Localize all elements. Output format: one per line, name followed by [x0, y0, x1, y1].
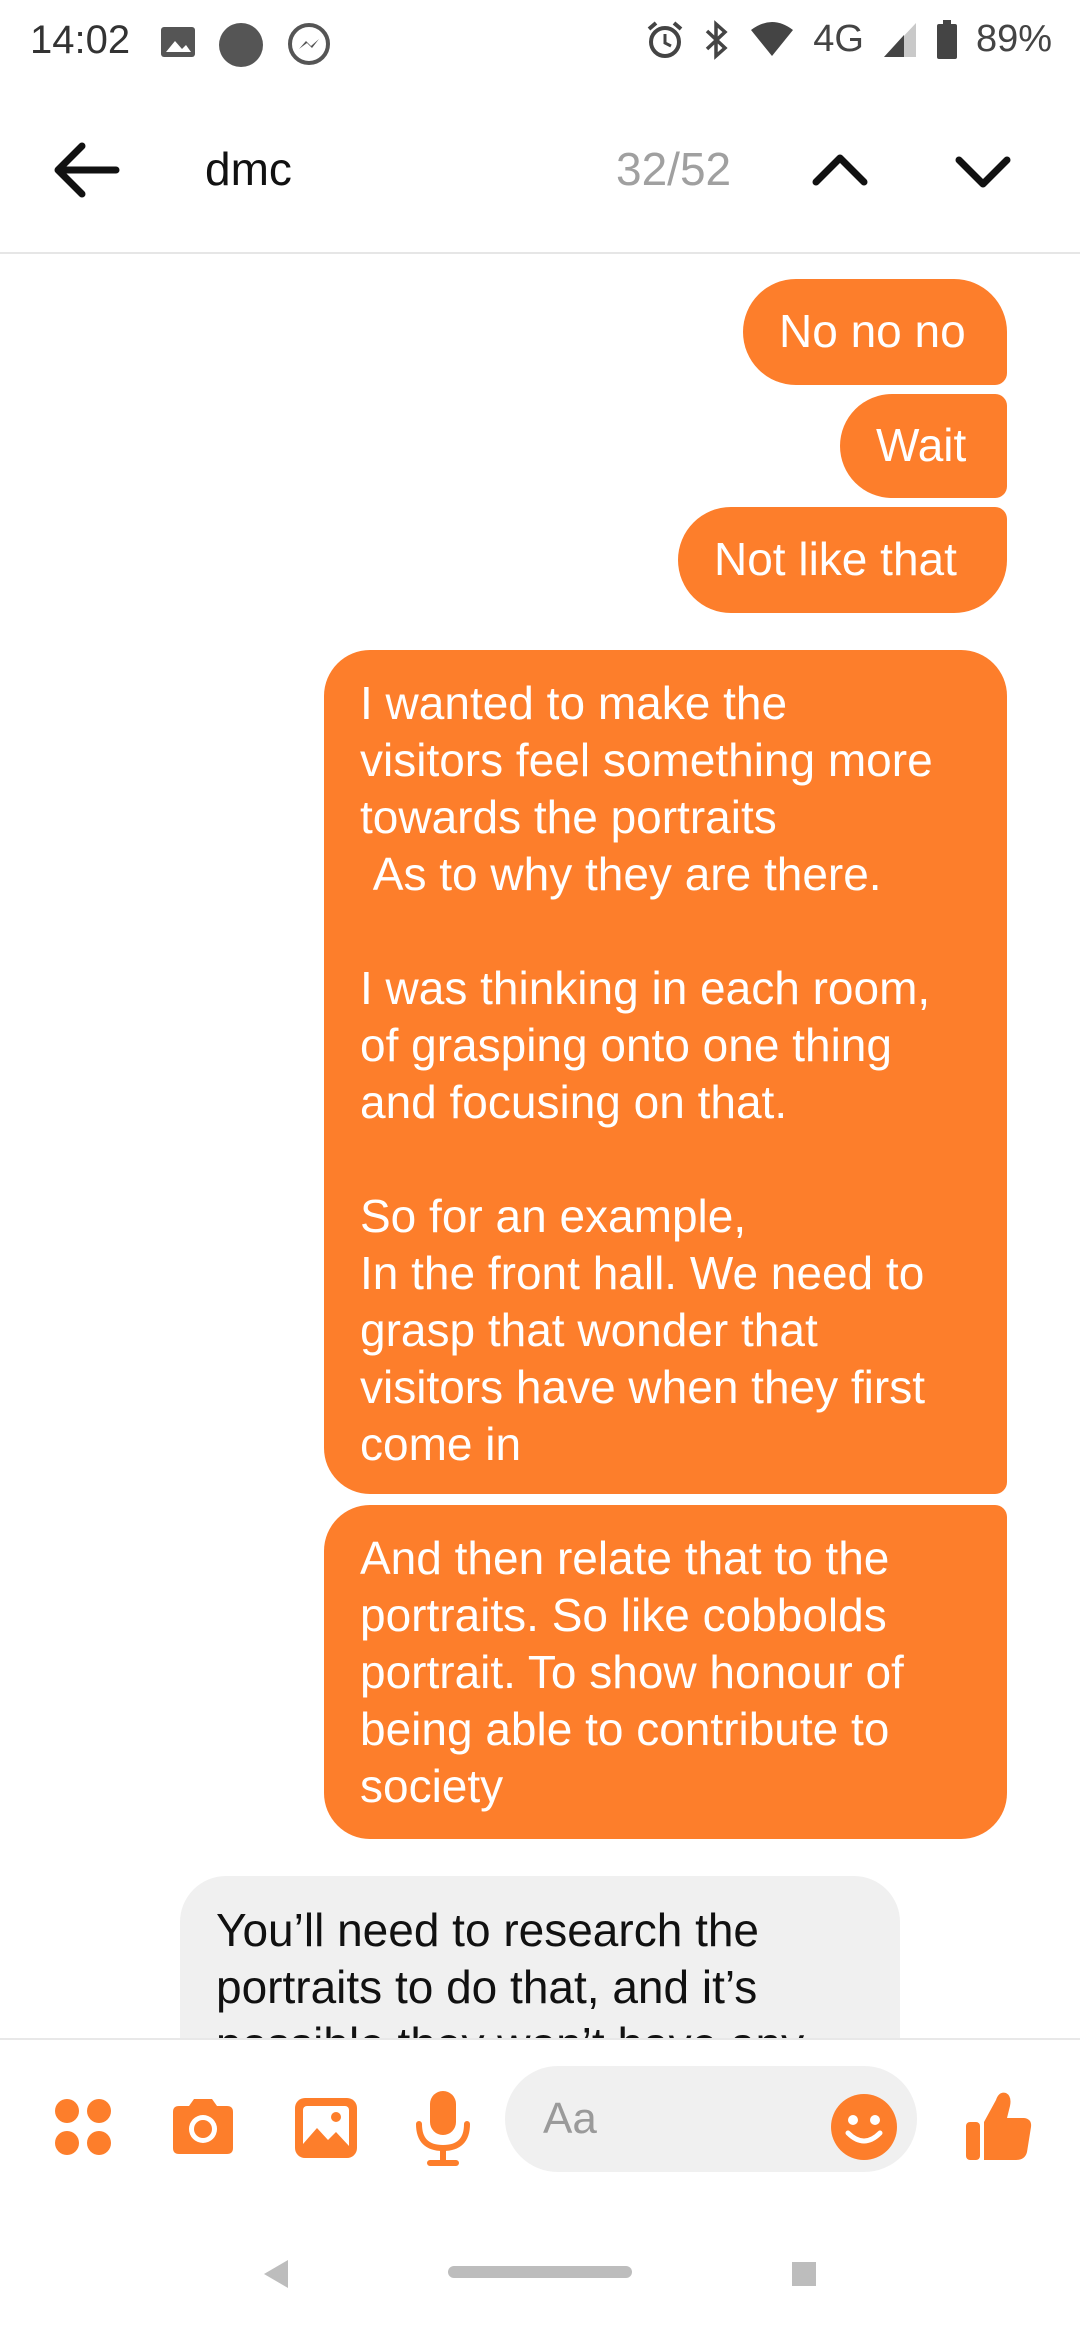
composer-bar	[0, 2038, 1080, 2212]
status-time: 14:02	[30, 18, 131, 62]
microphone-icon	[416, 2091, 470, 2166]
camera-icon	[173, 2099, 233, 2154]
chevron-up-icon	[812, 154, 868, 186]
signal-icon	[883, 22, 916, 57]
status-right: 4G 89%	[645, 18, 1052, 61]
search-header: dmc 32/52	[0, 90, 1080, 254]
home-pill-icon[interactable]	[448, 2266, 632, 2278]
gallery-icon	[295, 2098, 357, 2158]
network-type: 4G	[813, 18, 864, 60]
back-arrow-icon	[54, 142, 120, 198]
more-apps-button[interactable]	[50, 2094, 116, 2160]
message-bubble-incoming[interactable]: You’ll need to research the portraits to…	[180, 1876, 900, 2038]
gallery-button[interactable]	[290, 2092, 362, 2164]
system-navigation-bar	[0, 2210, 1080, 2340]
emoji-button[interactable]	[828, 2091, 900, 2163]
message-bubble-outgoing[interactable]: Wait	[840, 394, 1007, 498]
search-term: dmc	[205, 143, 292, 195]
wifi-icon	[751, 21, 794, 56]
message-list[interactable]: No no no Wait Not like that I wanted to …	[0, 254, 1080, 2038]
chevron-down-icon	[955, 156, 1011, 188]
circle-notification-icon	[219, 23, 263, 67]
more-apps-icon	[55, 2099, 111, 2155]
camera-button[interactable]	[167, 2092, 239, 2164]
nav-back-icon[interactable]	[262, 2258, 290, 2290]
match-counter: 32/52	[616, 143, 732, 195]
thumbs-up-icon	[966, 2092, 1032, 2160]
voice-button[interactable]	[410, 2088, 476, 2168]
message-bubble-outgoing[interactable]: No no no	[743, 279, 1007, 385]
status-bar: 14:02 4G 89%	[0, 0, 1080, 90]
battery-icon	[936, 19, 957, 59]
emoji-icon	[831, 2094, 897, 2160]
messenger-icon	[288, 23, 330, 65]
battery-percent: 89%	[975, 18, 1052, 60]
bluetooth-icon	[706, 19, 728, 60]
message-bubble-outgoing[interactable]: And then relate that to the portraits. S…	[324, 1505, 1007, 1839]
image-icon	[161, 27, 195, 57]
next-match-button[interactable]	[943, 130, 1023, 210]
back-button[interactable]	[46, 130, 126, 210]
like-button[interactable]	[964, 2088, 1034, 2164]
alarm-icon	[647, 20, 683, 58]
recents-icon[interactable]	[790, 2260, 818, 2288]
message-bubble-outgoing[interactable]: Not like that	[678, 507, 1007, 613]
message-bubble-outgoing[interactable]: I wanted to make the visitors feel somet…	[324, 650, 1007, 1494]
previous-match-button[interactable]	[800, 130, 880, 210]
